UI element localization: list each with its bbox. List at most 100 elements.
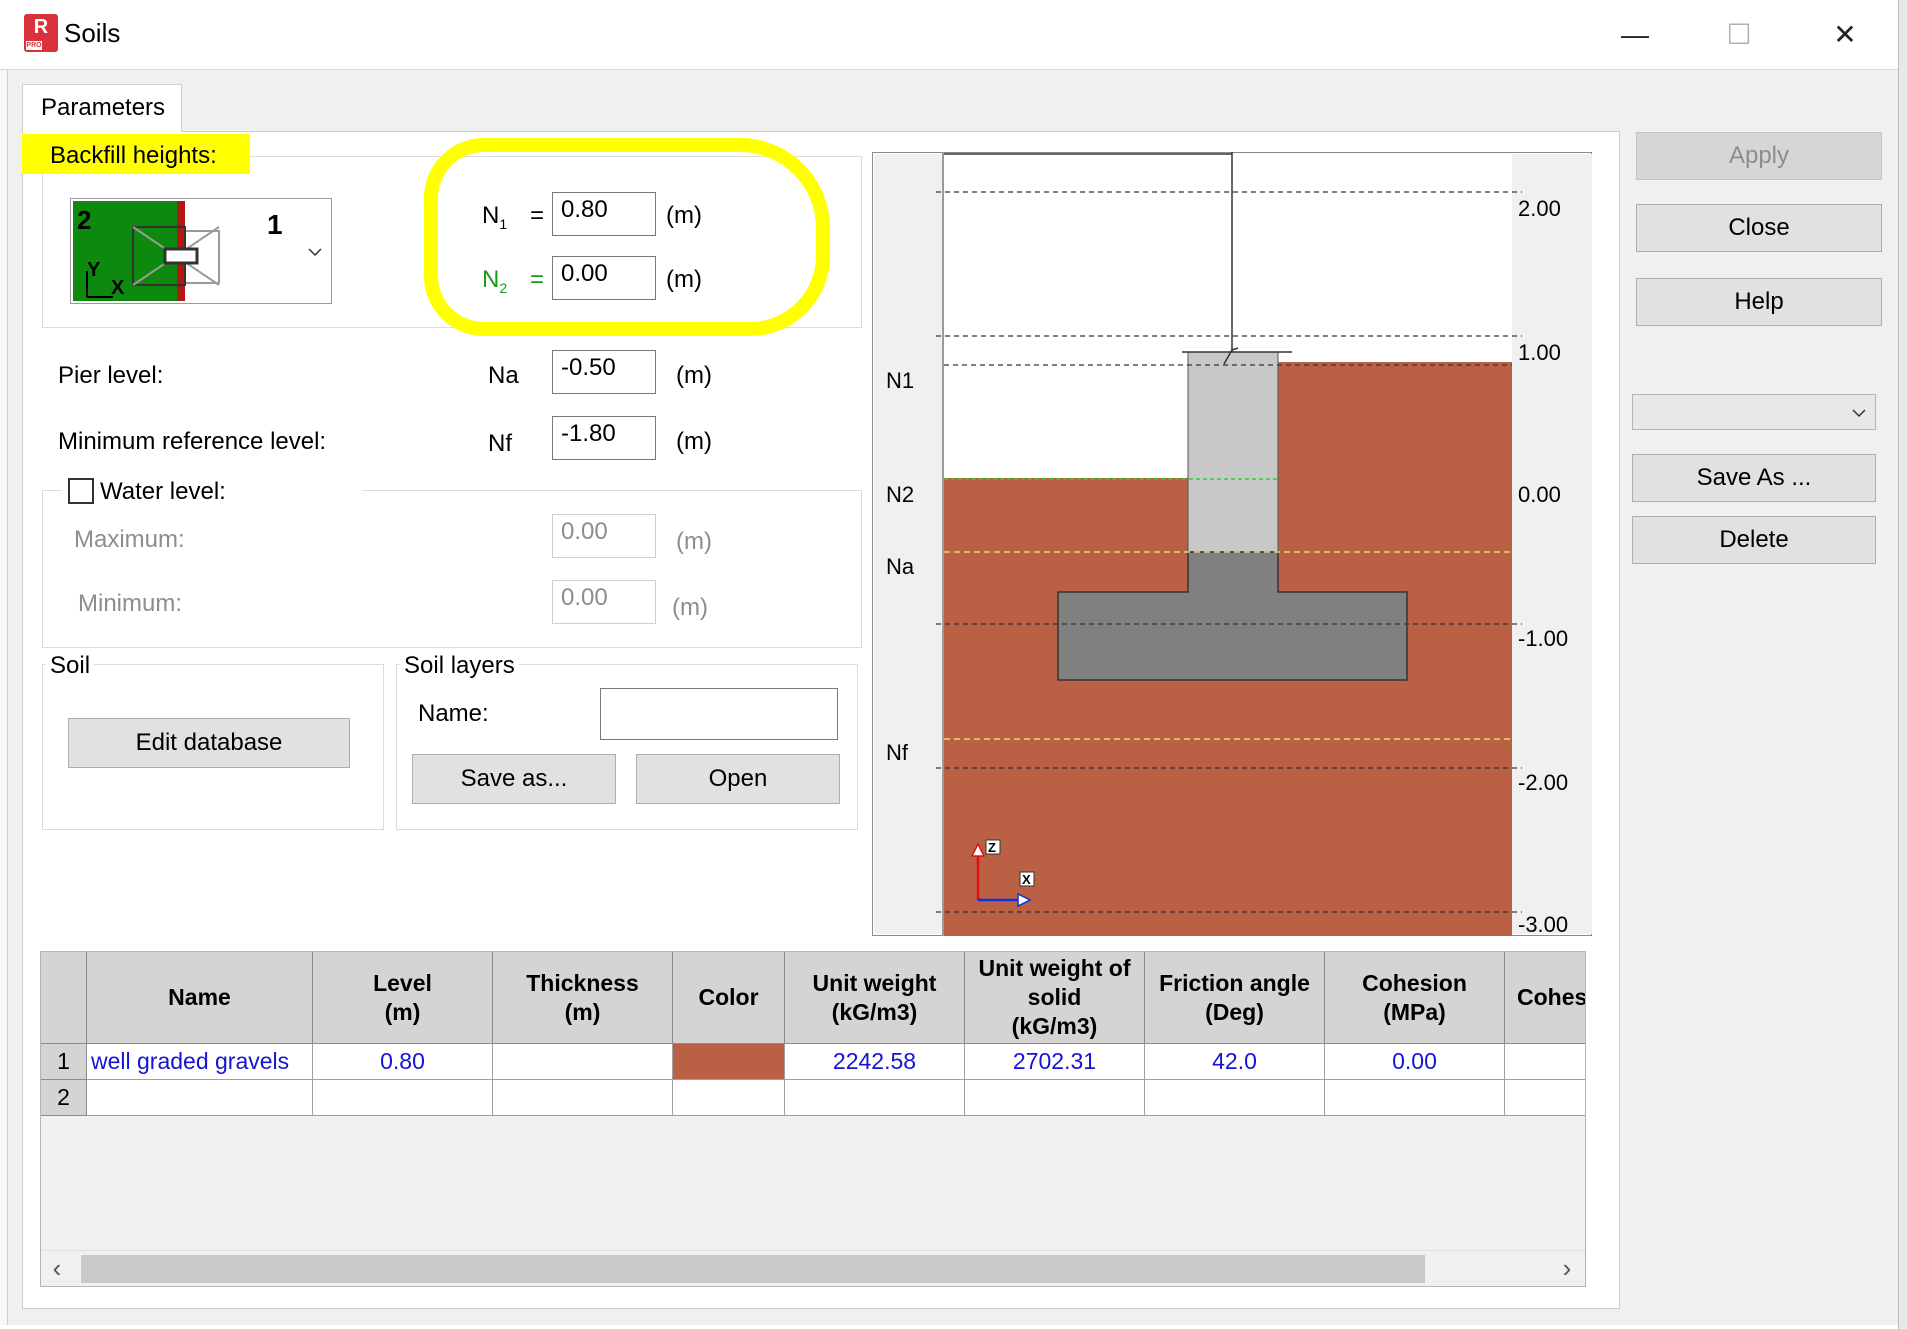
water-minimum-input[interactable]: 0.00 — [552, 580, 656, 624]
edit-database-button[interactable]: Edit database — [68, 718, 350, 768]
soil-layers-save-button[interactable]: Save as... — [412, 754, 616, 804]
minimize-icon: — — [1621, 19, 1649, 50]
background-window-edge — [0, 70, 8, 1325]
pier-level-unit: (m) — [676, 362, 712, 389]
chevron-down-icon — [308, 248, 322, 257]
table-cell-thickness[interactable] — [493, 1080, 673, 1116]
diagram-left-border — [942, 152, 944, 936]
column-header-cohesion[interactable]: Cohesion (MPa) — [1325, 952, 1505, 1044]
min-reference-level-input[interactable]: -1.80 — [552, 416, 656, 460]
water-level-checkbox[interactable] — [68, 478, 94, 504]
horizontal-scrollbar[interactable]: ‹ › — [41, 1250, 1585, 1286]
axis-tick-1: 1.00 — [1518, 340, 1561, 365]
water-level-label: Water level: — [100, 478, 226, 505]
table-cell-cohesion[interactable] — [1325, 1080, 1505, 1116]
soil-profile-diagram: N1 N2 Na Nf 2.00 1.00 0.00 -1.00 -2.00 -… — [872, 152, 1592, 936]
min-reference-level-symbol: Nf — [488, 430, 512, 457]
scroll-left-arrow-icon[interactable]: ‹ — [45, 1253, 69, 1283]
axis-tick-minus2: -2.00 — [1518, 770, 1568, 795]
table-corner-header — [41, 952, 87, 1044]
backfill-type-icon — [73, 201, 220, 301]
soil-layers-title: Soil layers — [400, 652, 519, 680]
table-cell-thickness[interactable] — [493, 1044, 673, 1080]
column-header-level[interactable]: Level (m) — [313, 952, 493, 1044]
axis-tick-2: 2.00 — [1518, 196, 1561, 221]
min-reference-level-unit: (m) — [676, 428, 712, 455]
water-level-group — [42, 490, 862, 648]
table-cell-name[interactable] — [87, 1080, 313, 1116]
row-number[interactable]: 2 — [41, 1080, 87, 1116]
table-cell-friction-angle[interactable] — [1145, 1080, 1325, 1116]
pier-level-label: Pier level: — [58, 362, 164, 389]
axis-tick-minus1: -1.00 — [1518, 626, 1568, 651]
pier-level-input[interactable]: -0.50 — [552, 350, 656, 394]
apply-button[interactable]: Apply — [1636, 132, 1882, 180]
water-maximum-input[interactable]: 0.00 — [552, 514, 656, 558]
preset-dropdown[interactable] — [1632, 394, 1876, 430]
axis-z-label: Z — [988, 840, 996, 855]
soil-layers-open-button[interactable]: Open — [636, 754, 840, 804]
soil-layers-table: Name Level (m) Thickness (m) Color Unit … — [40, 951, 1586, 1287]
table-cell-cohesion[interactable]: 0.00 — [1325, 1044, 1505, 1080]
app-logo-pro: PRO — [26, 41, 42, 50]
backfill-type-selector[interactable]: 2 Y X 1 — [70, 198, 332, 304]
close-icon: ✕ — [1833, 19, 1857, 50]
app-logo-letter: R — [33, 16, 49, 38]
axis-tick-0: 0.00 — [1518, 482, 1561, 507]
table-cell-friction-angle[interactable]: 42.0 — [1145, 1044, 1325, 1080]
help-button[interactable]: Help — [1636, 278, 1882, 326]
chevron-down-icon — [1852, 409, 1866, 418]
pier-level-symbol: Na — [488, 362, 519, 389]
diagram-right-margin — [1512, 154, 1592, 934]
n-values-highlight — [424, 138, 830, 336]
column-header-thickness[interactable]: Thickness (m) — [493, 952, 673, 1044]
water-maximum-unit: (m) — [676, 528, 712, 555]
soil-layers-name-input[interactable] — [600, 688, 838, 740]
axis-tick-minus3: -3.00 — [1518, 912, 1568, 936]
column-header-unit-weight-solid[interactable]: Unit weight of solid (kG/m3) — [965, 952, 1145, 1044]
axis-x-label: X — [1022, 872, 1031, 887]
column-header-cohes-partial[interactable]: Cohes — [1505, 952, 1585, 1044]
table-cell-cohes-partial[interactable] — [1505, 1044, 1585, 1080]
column-header-name[interactable]: Name — [87, 952, 313, 1044]
backfill-type-value: 1 — [267, 209, 283, 240]
row-number[interactable]: 1 — [41, 1044, 87, 1080]
table-cell-level[interactable]: 0.80 — [313, 1044, 493, 1080]
table-cell-name[interactable]: well graded gravels — [87, 1044, 313, 1080]
table-cell-level[interactable] — [313, 1080, 493, 1116]
backfill-heights-label: Backfill heights: — [50, 142, 217, 169]
column-header-friction-angle[interactable]: Friction angle (Deg) — [1145, 952, 1325, 1044]
pier-shape — [1187, 351, 1279, 553]
soil-layers-name-label: Name: — [418, 700, 489, 727]
scrollbar-thumb[interactable] — [81, 1255, 1425, 1283]
table-cell-cohes-partial[interactable] — [1505, 1080, 1585, 1116]
window-resize-edge[interactable] — [1898, 0, 1907, 1329]
tab-parameters[interactable]: Parameters — [22, 84, 182, 132]
table-cell-color-swatch[interactable] — [673, 1080, 785, 1116]
maximize-button[interactable]: ☐ — [1704, 14, 1774, 56]
scroll-right-arrow-icon[interactable]: › — [1555, 1253, 1579, 1283]
table-cell-unit-weight[interactable] — [785, 1080, 965, 1116]
column-header-unit-weight[interactable]: Unit weight (kG/m3) — [785, 952, 965, 1044]
backfill-icon-y: Y — [87, 259, 101, 281]
level-name-nf: Nf — [886, 740, 909, 765]
close-window-button[interactable]: ✕ — [1810, 14, 1880, 56]
diagram-left-margin — [874, 154, 944, 934]
save-as-button[interactable]: Save As ... — [1632, 454, 1876, 502]
window-title: Soils — [64, 18, 121, 48]
water-minimum-unit: (m) — [672, 594, 708, 621]
table-cell-unit-weight-solid[interactable]: 2702.31 — [965, 1044, 1145, 1080]
close-button[interactable]: Close — [1636, 204, 1882, 252]
level-name-na: Na — [886, 554, 915, 579]
table-cell-unit-weight[interactable]: 2242.58 — [785, 1044, 965, 1080]
app-logo: R PRO — [24, 14, 58, 52]
backfill-icon-x: X — [111, 277, 125, 299]
column-header-color[interactable]: Color — [673, 952, 785, 1044]
table-cell-color-swatch[interactable] — [673, 1044, 785, 1080]
delete-button[interactable]: Delete — [1632, 516, 1876, 564]
min-reference-level-label: Minimum reference level: — [58, 428, 327, 455]
table-cell-unit-weight-solid[interactable] — [965, 1080, 1145, 1116]
level-name-n2: N2 — [886, 482, 914, 507]
title-bar: R PRO Soils — ☐ ✕ — [0, 0, 1907, 70]
minimize-button[interactable]: — — [1600, 14, 1670, 56]
